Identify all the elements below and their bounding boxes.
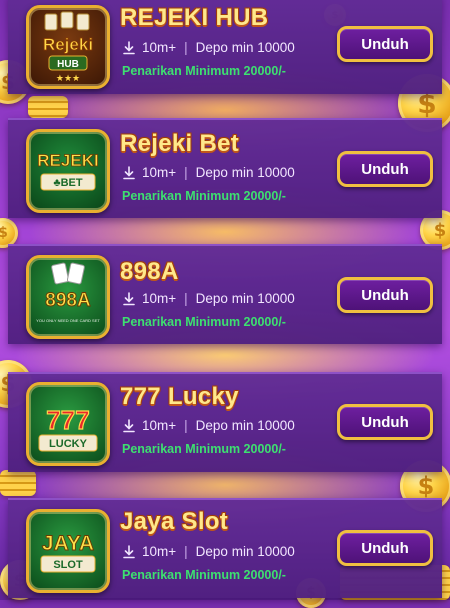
download-count: 10m+ [142,165,177,180]
withdraw-min: Penarikan Minimum 20000/- [122,189,286,203]
download-count: 10m+ [142,544,177,559]
rejeki-bet-logo-icon[interactable]: REJEKI ♣BET [26,129,110,213]
app-name: 898A [120,258,179,285]
download-count: 10m+ [142,40,177,55]
rejeki-hub-logo-art: Rejeki HUB ★★★ [43,11,93,84]
download-icon [123,418,135,432]
app-name: 777 Lucky [120,383,239,410]
898a-logo-art: 898A YOU ONLY NEED ONE CARD SET [36,262,100,323]
app-meta: 10m+ | Depo min 10000 [122,544,295,559]
rejeki-bet-logo-art: REJEKI ♣BET [37,151,99,191]
download-button[interactable]: Unduh [337,26,433,62]
meta-separator: | [184,418,188,433]
svg-text:HUB: HUB [57,59,79,70]
coin-stack-icon [28,96,68,118]
download-count: 10m+ [142,418,177,433]
svg-text:JAYA: JAYA [42,532,94,555]
app-name: REJEKI HUB [120,4,269,31]
download-icon [123,40,135,54]
rejeki-hub-logo-icon[interactable]: Rejeki HUB ★★★ [26,5,110,89]
svg-text:Rejeki: Rejeki [43,35,93,54]
svg-text:LUCKY: LUCKY [49,438,88,450]
app-name: Rejeki Bet [120,130,240,157]
download-button[interactable]: Unduh [337,151,433,187]
meta-separator: | [184,165,188,180]
withdraw-min: Penarikan Minimum 20000/- [122,64,286,78]
app-meta: 10m+ | Depo min 10000 [122,40,295,55]
withdraw-min: Penarikan Minimum 20000/- [122,315,286,329]
meta-separator: | [184,40,188,55]
777-lucky-logo-art: 777 LUCKY [38,404,98,452]
svg-text:♣BET: ♣BET [53,177,82,189]
deposit-min: Depo min 10000 [195,291,295,306]
meta-separator: | [184,291,188,306]
svg-text:SLOT: SLOT [53,559,83,571]
898a-logo-icon[interactable]: 898A YOU ONLY NEED ONE CARD SET [26,255,110,339]
deposit-min: Depo min 10000 [195,544,295,559]
svg-text:YOU ONLY NEED ONE CARD SET: YOU ONLY NEED ONE CARD SET [36,318,100,323]
download-button[interactable]: Unduh [337,277,433,313]
deposit-min: Depo min 10000 [195,40,295,55]
withdraw-min: Penarikan Minimum 20000/- [122,568,286,582]
meta-separator: | [184,544,188,559]
app-name: Jaya Slot [120,508,229,535]
app-meta: 10m+ | Depo min 10000 [122,165,295,180]
app-meta: 10m+ | Depo min 10000 [122,291,295,306]
download-count: 10m+ [142,291,177,306]
coin-stack-icon [0,470,36,496]
svg-text:REJEKI: REJEKI [37,151,98,170]
download-icon [123,544,135,558]
jaya-slot-logo-icon[interactable]: JAYA SLOT [26,509,110,593]
download-button[interactable]: Unduh [337,404,433,440]
download-icon [123,165,135,179]
777-lucky-logo-icon[interactable]: 777 LUCKY [26,382,110,466]
deposit-min: Depo min 10000 [195,165,295,180]
svg-text:★★★: ★★★ [56,74,80,84]
jaya-slot-logo-art: JAYA SLOT [40,532,96,573]
svg-text:898A: 898A [45,290,91,311]
download-button[interactable]: Unduh [337,530,433,566]
withdraw-min: Penarikan Minimum 20000/- [122,442,286,456]
app-meta: 10m+ | Depo min 10000 [122,418,295,433]
deposit-min: Depo min 10000 [195,418,295,433]
svg-text:777: 777 [46,405,89,435]
download-icon [123,291,135,305]
